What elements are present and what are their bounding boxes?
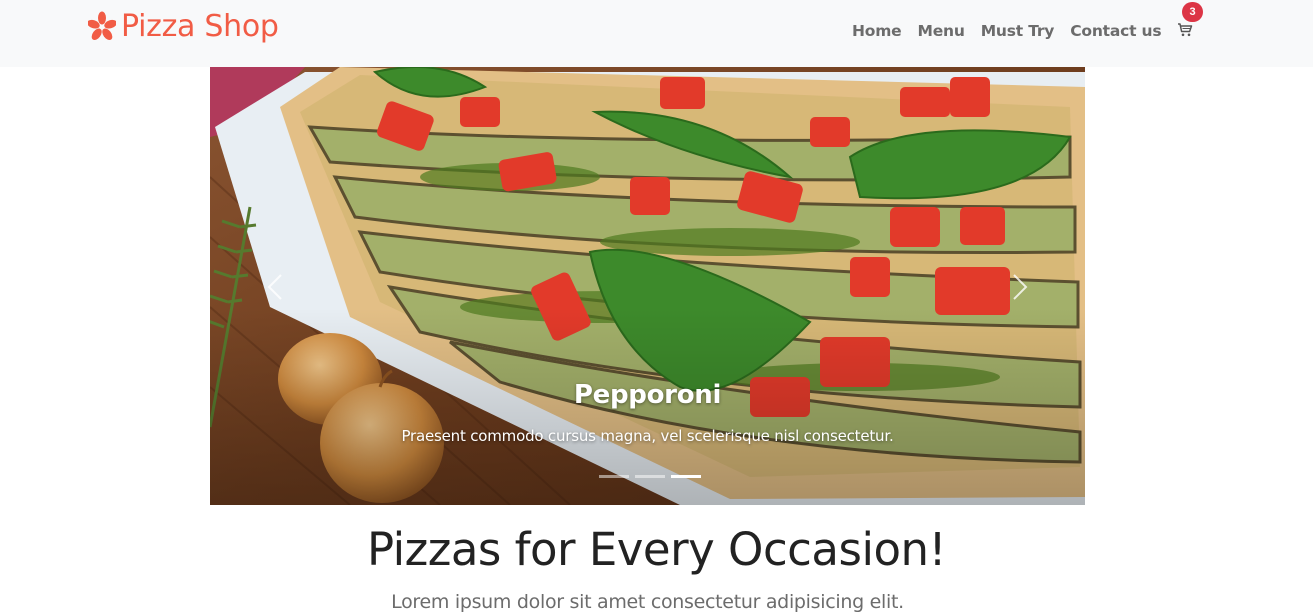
cart-count-badge: 3 [1182,2,1203,22]
carousel-indicators [596,475,704,478]
carousel-indicator-1[interactable] [599,475,629,478]
nav-link-must-try[interactable]: Must Try [973,20,1063,42]
page-subheading: Lorem ipsum dolor sit amet consectetur a… [391,591,904,613]
page-heading: Pizzas for Every Occasion! [366,523,947,576]
brand-name: Pizza Shop [121,9,279,44]
slide-caption-title: Pepporoni [573,380,722,410]
navbar: Pizza Shop Home Menu Must Try Contact us… [0,0,1313,67]
nav-link-contact-us[interactable]: Contact us [1062,20,1169,42]
nav-links: Home Menu Must Try Contact us [850,20,1169,42]
chevron-left-icon [267,274,282,300]
brand-link[interactable]: Pizza Shop [87,8,279,46]
nav-link-menu[interactable]: Menu [909,20,972,42]
chevron-right-icon [1013,274,1028,300]
cart-icon [1178,23,1193,37]
hero-carousel: Pepporoni Praesent commodo cursus magna,… [210,67,1085,505]
carousel-prev-button[interactable] [255,267,295,307]
carousel-indicator-2[interactable] [635,475,665,478]
nav-link-home[interactable]: Home [850,20,909,42]
slide-caption-text: Praesent commodo cursus magna, vel scele… [401,427,894,445]
carousel-indicator-3[interactable] [671,475,701,478]
pizza-flower-icon [87,10,117,44]
carousel-next-button[interactable] [1000,267,1040,307]
